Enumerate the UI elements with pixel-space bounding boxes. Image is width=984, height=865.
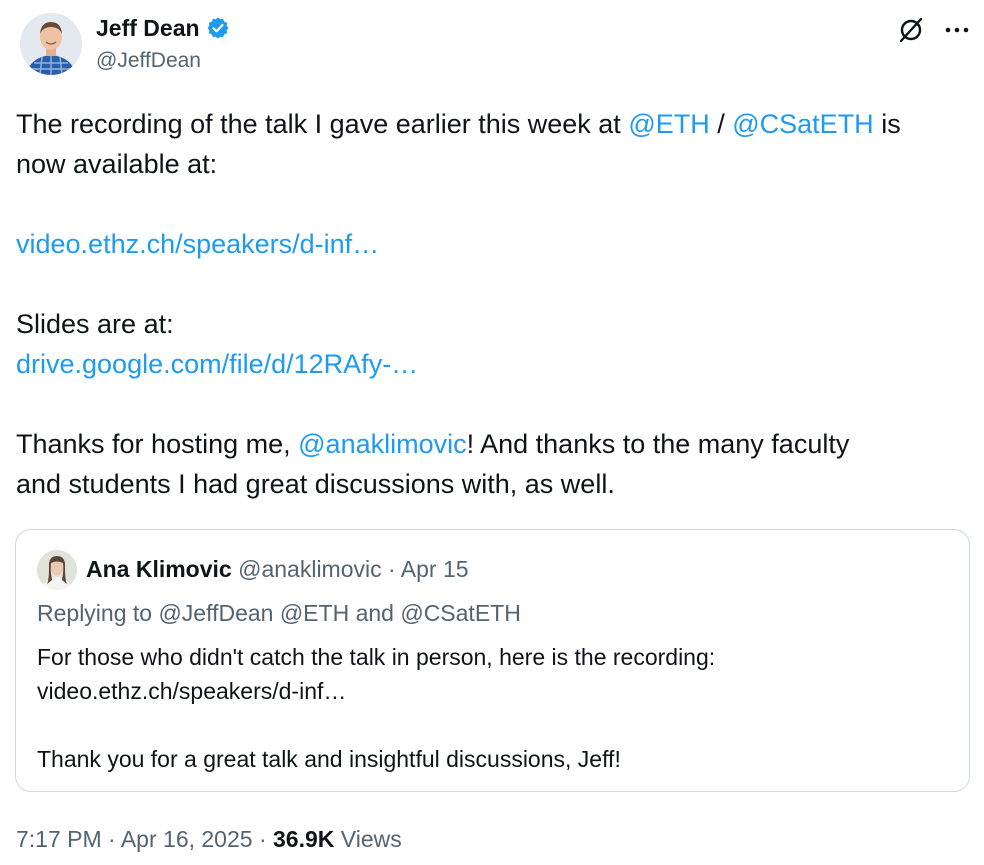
mention-eth-link[interactable]: @ETH — [628, 109, 709, 139]
quoted-line: For those who didn't catch the talk in p… — [37, 644, 716, 670]
tweet-text-segment: The recording of the talk I gave earlier… — [16, 109, 629, 139]
quoted-line: video.ethz.ch/speakers/d-inf… — [37, 678, 347, 704]
tweet-footer: 7:17 PM · Apr 16, 2025 · 36.9K Views — [16, 823, 402, 855]
tweet-line: Slides are at: — [16, 309, 174, 339]
grok-icon[interactable] — [897, 16, 925, 44]
tweet-line: now available at: — [16, 149, 218, 179]
author-name-row: Jeff Dean — [96, 14, 230, 42]
footer-separator: · — [258, 826, 267, 852]
tweet-line: and students I had great discussions wit… — [16, 469, 615, 499]
tweet-date[interactable]: Apr 16, 2025 — [121, 826, 253, 852]
quoted-separator: · — [381, 556, 401, 582]
views-label: Views — [340, 826, 402, 852]
quoted-line: Thank you for a great talk and insightfu… — [37, 746, 621, 772]
author-avatar[interactable] — [20, 13, 82, 75]
quoted-text: For those who didn't catch the talk in p… — [37, 640, 957, 776]
tweet-time[interactable]: 7:17 PM — [16, 826, 102, 852]
footer-separator: · — [108, 826, 116, 852]
video-link[interactable]: video.ethz.ch/speakers/d-inf… — [16, 229, 379, 259]
quoted-author-name[interactable]: Ana Klimovic — [86, 556, 232, 582]
mention-anaklimovic-link[interactable]: @anaklimovic — [298, 429, 466, 459]
quoted-author-avatar[interactable] — [37, 550, 77, 590]
verified-badge-icon[interactable] — [206, 16, 230, 40]
tweet-line: drive.google.com/file/d/12RAfy-… — [16, 344, 976, 384]
tweet-text-segment: Thanks for hosting me, — [16, 429, 299, 459]
views-count: 36.9K — [273, 826, 335, 852]
tweet-text-segment: ! And thanks to the many faculty — [466, 429, 850, 459]
quoted-tweet-card[interactable]: Ana Klimovic @anaklimovic · Apr 15 Reply… — [15, 529, 970, 792]
replying-to-text: Replying to @JeffDean @ETH and @CSatETH — [37, 600, 521, 626]
slides-link[interactable]: drive.google.com/file/d/12RAfy-… — [16, 349, 418, 379]
author-name[interactable]: Jeff Dean — [96, 14, 200, 42]
tweet-line: video.ethz.ch/speakers/d-inf… — [16, 224, 976, 264]
quoted-date[interactable]: Apr 15 — [401, 556, 469, 582]
tweet-text-segment: is — [873, 109, 901, 139]
quoted-author-handle[interactable]: @anaklimovic — [238, 556, 382, 582]
author-handle[interactable]: @JeffDean — [96, 48, 201, 74]
tweet-line: Thanks for hosting me, @anaklimovic! And… — [16, 424, 976, 464]
more-icon[interactable] — [943, 18, 971, 42]
quoted-header: Ana Klimovic @anaklimovic · Apr 15 — [86, 554, 469, 584]
tweet-line: The recording of the talk I gave earlier… — [16, 104, 976, 144]
tweet-text-segment: / — [709, 109, 733, 139]
tweet-text: The recording of the talk I gave earlier… — [16, 104, 976, 504]
mention-csateth-link[interactable]: @CSatETH — [732, 109, 873, 139]
